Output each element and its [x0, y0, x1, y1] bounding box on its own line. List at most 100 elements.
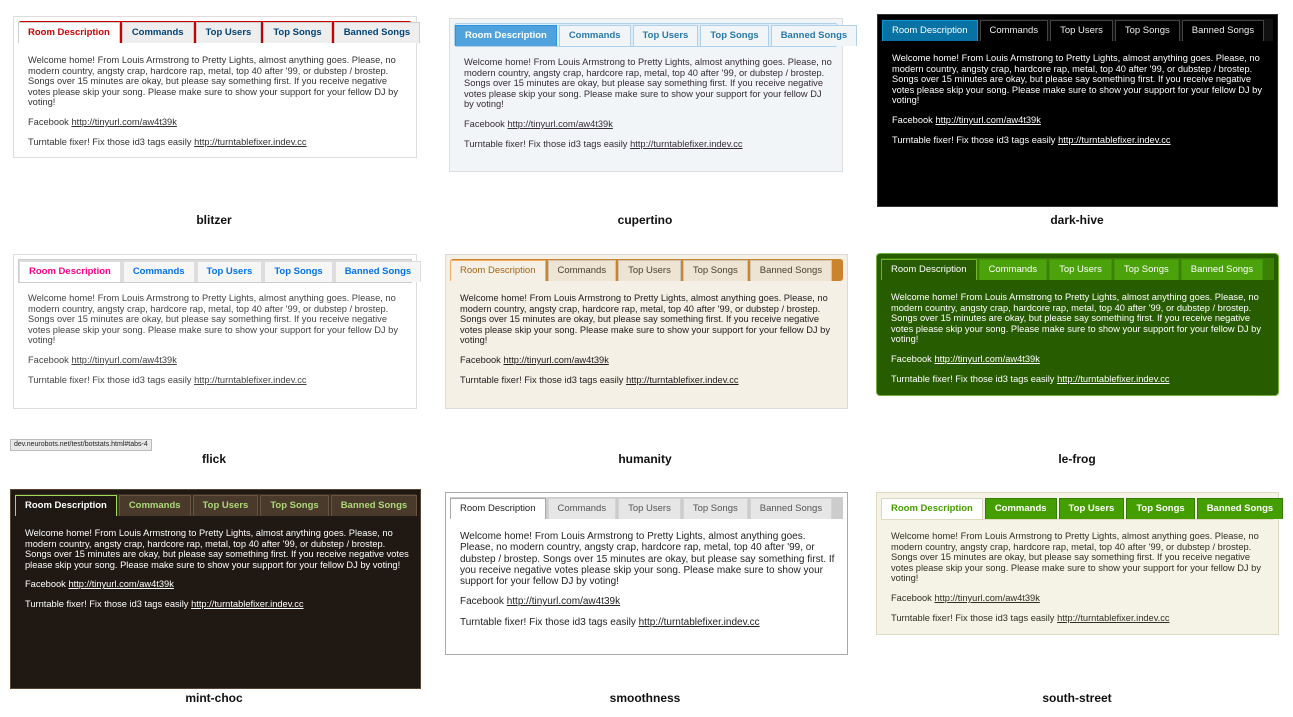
tab-top-users[interactable]: Top Users	[1050, 20, 1113, 41]
tab-banned-songs[interactable]: Banned Songs	[1196, 498, 1284, 519]
tabs-widget: Room Description Commands Top Users Top Son…	[876, 253, 1279, 396]
tab-top-songs[interactable]: Top Songs	[682, 498, 748, 519]
tab-top-songs[interactable]: Top Songs	[1113, 259, 1179, 280]
tab-top-songs[interactable]: Top Songs	[263, 22, 332, 43]
tab-top-songs[interactable]: Top Songs	[1114, 20, 1180, 41]
tab-banned-songs[interactable]: Banned Songs	[334, 261, 422, 282]
fixer-link[interactable]: http://turntablefixer.indev.cc	[194, 375, 306, 385]
room-description-panel: Welcome home! From Louis Armstrong to Pr…	[460, 293, 837, 394]
tab-commands[interactable]: Commands	[121, 22, 194, 43]
fixer-line: Turntable fixer! Fix those id3 tags easi…	[28, 375, 406, 386]
tab-bar: Room Description Commands Top Users Top Son…	[450, 497, 843, 519]
facebook-link[interactable]: http://tinyurl.com/aw4t39k	[71, 117, 176, 127]
tab-room-description[interactable]: Room Description	[882, 20, 978, 41]
facebook-link[interactable]: http://tinyurl.com/aw4t39k	[507, 119, 612, 129]
fixer-label: Turntable fixer! Fix those id3 tags easi…	[460, 374, 624, 385]
tab-top-users[interactable]: Top Users	[1058, 498, 1125, 519]
tab-bar: Room Description Commands Top Users Top Son…	[15, 494, 418, 516]
facebook-line: Facebook http://tinyurl.com/aw4t39k	[891, 354, 1268, 365]
fixer-label: Turntable fixer! Fix those id3 tags easi…	[25, 598, 189, 609]
tab-top-users[interactable]: Top Users	[1049, 259, 1112, 280]
tab-commands[interactable]: Commands	[547, 498, 617, 519]
tab-top-songs[interactable]: Top Songs	[1126, 498, 1195, 519]
tab-banned-songs[interactable]: Banned Songs	[1180, 259, 1264, 280]
tab-banned-songs[interactable]: Banned Songs	[770, 25, 858, 46]
tab-top-users[interactable]: Top Users	[195, 22, 262, 43]
theme-caption: mint-choc	[185, 691, 243, 705]
fixer-link[interactable]: http://turntablefixer.indev.cc	[1058, 135, 1170, 145]
fixer-link[interactable]: http://turntablefixer.indev.cc	[191, 599, 303, 609]
facebook-line: Facebook http://tinyurl.com/aw4t39k	[25, 579, 410, 590]
tab-commands[interactable]: Commands	[118, 495, 191, 516]
room-description-panel: Welcome home! From Louis Armstrong to Pr…	[25, 528, 410, 619]
tab-bar: Room Description Commands Top Users Top Son…	[454, 23, 858, 47]
tab-top-songs[interactable]: Top Songs	[260, 495, 329, 516]
tab-commands[interactable]: Commands	[979, 20, 1049, 41]
tab-top-users[interactable]: Top Users	[192, 495, 259, 516]
tab-room-description[interactable]: Room Description	[881, 498, 983, 519]
tab-commands[interactable]: Commands	[978, 259, 1048, 280]
theme-caption: flick	[201, 452, 226, 466]
theme-caption: smoothness	[609, 691, 681, 705]
facebook-link[interactable]: http://tinyurl.com/aw4t39k	[935, 115, 1040, 125]
fixer-line: Turntable fixer! Fix those id3 tags easi…	[891, 374, 1268, 385]
tab-banned-songs[interactable]: Banned Songs	[333, 22, 421, 43]
tabs-widget: Room Description Commands Top Users Top Son…	[13, 254, 422, 409]
facebook-link[interactable]: http://tinyurl.com/aw4t39k	[71, 355, 176, 365]
fixer-link[interactable]: http://turntablefixer.indev.cc	[639, 617, 760, 628]
fixer-link[interactable]: http://turntablefixer.indev.cc	[1057, 613, 1169, 623]
room-description-panel: Welcome home! From Louis Armstrong to Pr…	[28, 293, 406, 394]
tab-banned-songs[interactable]: Banned Songs	[749, 260, 833, 281]
tab-banned-songs[interactable]: Banned Songs	[330, 495, 418, 516]
fixer-link[interactable]: http://turntablefixer.indev.cc	[194, 137, 306, 147]
tabs-widget: Room Description Commands Top Users Top Son…	[876, 492, 1284, 635]
tab-top-songs[interactable]: Top Songs	[264, 261, 333, 282]
fixer-label: Turntable fixer! Fix those id3 tags easi…	[891, 612, 1055, 623]
theme-caption: dark-hive	[1050, 213, 1104, 227]
tab-banned-songs[interactable]: Banned Songs	[1181, 20, 1265, 41]
facebook-line: Facebook http://tinyurl.com/aw4t39k	[892, 115, 1267, 126]
theme-caption: le-frog	[1058, 452, 1096, 466]
tab-top-songs[interactable]: Top Songs	[700, 25, 769, 46]
fixer-link[interactable]: http://turntablefixer.indev.cc	[630, 139, 742, 149]
facebook-link[interactable]: http://tinyurl.com/aw4t39k	[507, 596, 620, 607]
room-description-panel: Welcome home! From Louis Armstrong to Pr…	[460, 531, 837, 637]
tab-bar: Room Description Commands Top Users Top Son…	[881, 497, 1284, 520]
tab-room-description[interactable]: Room Description	[450, 498, 546, 519]
facebook-link[interactable]: http://tinyurl.com/aw4t39k	[934, 593, 1039, 603]
tab-commands[interactable]: Commands	[558, 25, 631, 46]
tabs-widget: Room Description Commands Top Users Top Son…	[449, 18, 858, 172]
facebook-link[interactable]: http://tinyurl.com/aw4t39k	[503, 355, 608, 365]
tab-room-description[interactable]: Room Description	[19, 261, 121, 282]
facebook-link[interactable]: http://tinyurl.com/aw4t39k	[934, 354, 1039, 364]
fixer-label: Turntable fixer! Fix those id3 tags easi…	[28, 374, 192, 385]
tab-room-description[interactable]: Room Description	[18, 22, 120, 43]
tab-commands[interactable]: Commands	[122, 261, 195, 282]
fixer-link[interactable]: http://turntablefixer.indev.cc	[1057, 374, 1169, 384]
fixer-link[interactable]: http://turntablefixer.indev.cc	[626, 375, 738, 385]
tab-room-description[interactable]: Room Description	[15, 495, 117, 516]
tab-room-description[interactable]: Room Description	[455, 25, 557, 46]
tab-top-songs[interactable]: Top Songs	[682, 260, 748, 281]
tab-commands[interactable]: Commands	[984, 498, 1057, 519]
facebook-label: Facebook	[460, 354, 501, 365]
welcome-text: Welcome home! From Louis Armstrong to Pr…	[891, 531, 1261, 584]
fixer-line: Turntable fixer! Fix those id3 tags easi…	[460, 617, 837, 628]
tab-room-description[interactable]: Room Description	[881, 259, 977, 280]
tab-room-description[interactable]: Room Description	[450, 260, 546, 281]
theme-caption: blitzer	[196, 213, 232, 227]
fixer-label: Turntable fixer! Fix those id3 tags easi…	[464, 138, 628, 149]
tab-commands[interactable]: Commands	[547, 260, 617, 281]
room-description-panel: Welcome home! From Louis Armstrong to Pr…	[891, 292, 1268, 393]
welcome-text: Welcome home! From Louis Armstrong to Pr…	[28, 293, 398, 346]
tabs-widget: Room Description Commands Top Users Top Son…	[445, 492, 848, 655]
facebook-link[interactable]: http://tinyurl.com/aw4t39k	[68, 579, 173, 589]
welcome-text: Welcome home! From Louis Armstrong to Pr…	[460, 531, 835, 588]
tab-top-users[interactable]: Top Users	[618, 498, 681, 519]
tab-top-users[interactable]: Top Users	[632, 25, 699, 46]
tab-top-users[interactable]: Top Users	[618, 260, 681, 281]
tab-top-users[interactable]: Top Users	[196, 261, 263, 282]
tabs-widget: Room Description Commands Top Users Top Son…	[13, 16, 421, 158]
tab-banned-songs[interactable]: Banned Songs	[749, 498, 833, 519]
fixer-line: Turntable fixer! Fix those id3 tags easi…	[460, 375, 837, 386]
